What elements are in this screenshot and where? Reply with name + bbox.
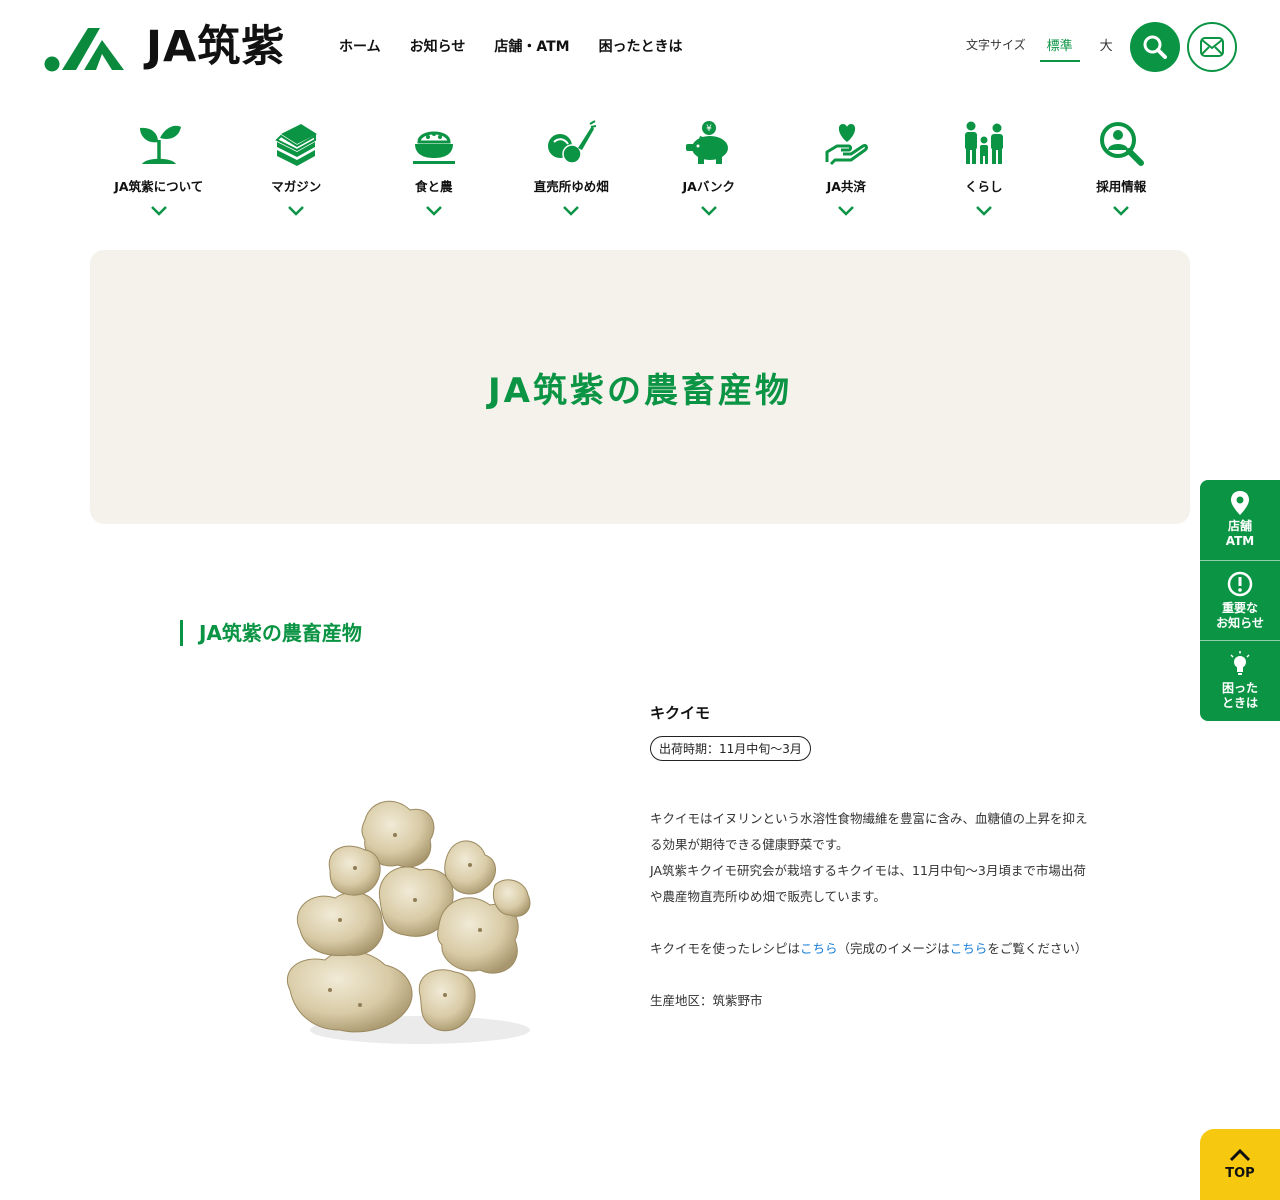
site-logo[interactable]: JA筑紫 [44,22,285,72]
side-tab-label: 重要な お知らせ [1216,600,1264,630]
production-area: 生産地区：筑紫野市 [650,993,763,1008]
side-quick-links: 店舗 ATM 重要な お知らせ 困った ときは [1200,480,1280,721]
category-label: JA筑紫について [114,179,204,194]
category-ja-bank[interactable]: ¥ JAバンク [640,118,778,228]
chevron-down-icon [150,206,167,216]
font-size-switcher: 文字サイズ 標準 大 [966,35,1113,62]
side-tab-important-notice[interactable]: 重要な お知らせ [1200,561,1280,642]
vegetables-icon [546,118,597,168]
contact-button[interactable] [1187,22,1237,72]
category-nav: JA筑紫について マガジン 食と農 直売所ゆめ畑 ¥ JAバンク JA共済 くら… [90,118,1190,228]
back-to-top-label: TOP [1225,1166,1255,1181]
side-tab-stores-atm[interactable]: 店舗 ATM [1200,480,1280,561]
category-label: JAバンク [682,179,735,194]
rice-bowl-icon [409,118,459,168]
alert-icon [1227,571,1253,596]
location-pin-icon [1231,490,1249,515]
chevron-down-icon [1113,206,1130,216]
site-header: JA筑紫 ホーム お知らせ 店舗・ATM 困ったときは 文字サイズ 標準 大 [0,0,1280,96]
section-heading: JA筑紫の農畜産物 [180,620,362,646]
category-label: くらし [964,179,1003,194]
nav-news[interactable]: お知らせ [410,36,466,56]
page-hero: JA筑紫の農畜産物 [90,250,1190,524]
chevron-down-icon [563,206,580,216]
global-nav: ホーム お知らせ 店舗・ATM 困ったときは [339,36,683,56]
nav-help[interactable]: 困ったときは [599,36,683,56]
category-label: 食と農 [414,179,453,194]
font-size-label: 文字サイズ [966,38,1026,52]
svg-text:¥: ¥ [706,124,712,134]
hand-heart-icon [821,118,871,168]
sprout-icon [134,118,184,168]
category-label: JA共済 [826,179,866,194]
recipe-image-link[interactable]: こちら [950,941,988,956]
category-living[interactable]: くらし [915,118,1053,228]
family-icon [959,118,1009,168]
product-description: キクイモはイヌリンという水溶性食物繊維を豊富に含み、血糖値の上昇を抑える効果が期… [650,806,1095,1014]
recipe-text: キクイモを使ったレシピはこちら（完成のイメージはこちらをご覧ください） [650,941,1088,956]
search-icon [1143,35,1167,59]
nav-home[interactable]: ホーム [339,36,381,56]
lightbulb-icon [1230,651,1250,676]
page-title: JA筑紫の農畜産物 [488,370,792,411]
back-to-top-button[interactable]: TOP [1200,1129,1280,1200]
magazine-icon [271,118,321,168]
product-image [287,800,531,1044]
category-label: 直売所ゆめ畑 [533,179,609,194]
font-size-standard-button[interactable]: 標準 [1039,35,1080,62]
description-text: キクイモはイヌリンという水溶性食物繊維を豊富に含み、血糖値の上昇を抑える効果が期… [650,811,1088,852]
chevron-up-icon [1229,1148,1251,1162]
category-label: 採用情報 [1096,179,1147,194]
font-size-large-button[interactable]: 大 [1100,35,1113,54]
side-tab-label: 店舗 ATM [1225,518,1255,548]
product-name: キクイモ [650,704,711,722]
side-tab-label: 困った ときは [1221,681,1258,711]
chevron-down-icon [425,206,442,216]
category-recruit[interactable]: 採用情報 [1053,118,1191,228]
piggy-bank-icon: ¥ [684,118,734,168]
logo-text: JA筑紫 [146,22,286,72]
category-about[interactable]: JA筑紫について [90,118,228,228]
side-tab-help[interactable]: 困った ときは [1200,641,1280,721]
category-farmers-market[interactable]: 直売所ゆめ畑 [503,118,641,228]
chevron-down-icon [838,206,855,216]
ja-logo-mark-icon [44,28,124,72]
nav-stores-atm[interactable]: 店舗・ATM [494,36,569,56]
shipping-season-badge: 出荷時期：11月中旬〜3月 [650,736,811,761]
chevron-down-icon [288,206,305,216]
chevron-down-icon [700,206,717,216]
search-button[interactable] [1130,22,1180,72]
category-label: マガジン [271,179,322,194]
description-text: JA筑紫キクイモ研究会が栽培するキクイモは、11月中旬〜3月頃まで市場出荷や農産… [650,863,1086,904]
category-magazine[interactable]: マガジン [228,118,366,228]
recipe-link[interactable]: こちら [800,941,838,956]
recruit-icon [1096,118,1146,168]
category-food-agriculture[interactable]: 食と農 [365,118,503,228]
category-ja-kyosai[interactable]: JA共済 [778,118,916,228]
mail-icon [1200,37,1224,57]
chevron-down-icon [975,206,992,216]
